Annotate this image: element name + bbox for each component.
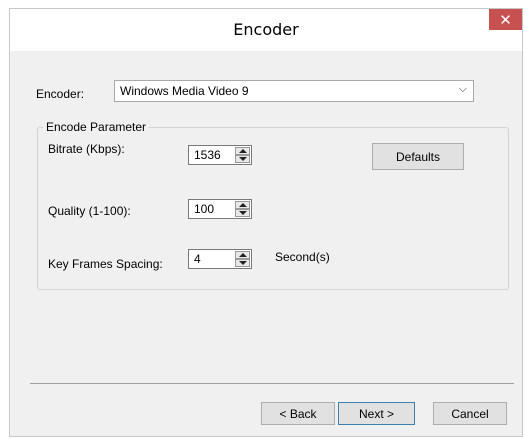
bitrate-stepper[interactable]: 1536 [188,145,252,165]
bitrate-label: Bitrate (Kbps): [48,142,125,156]
next-button[interactable]: Next > [338,402,415,425]
quality-stepper[interactable]: 100 [188,199,252,219]
keyframes-value: 4 [194,252,201,266]
encoder-select[interactable]: Windows Media Video 9 ⌵ [114,80,474,102]
quality-value: 100 [194,202,215,216]
keyframes-decrement-icon[interactable] [235,259,250,267]
cancel-button[interactable]: Cancel [433,402,507,425]
defaults-button[interactable]: Defaults [372,143,464,170]
keyframes-label: Key Frames Spacing: [48,257,163,271]
window-title: Encoder [233,20,299,39]
keyframes-unit-label: Second(s) [275,250,330,264]
quality-label: Quality (1-100): [48,204,131,218]
bitrate-value: 1536 [194,148,221,162]
keyframes-increment-icon[interactable] [235,251,250,259]
bitrate-increment-icon[interactable] [235,147,250,155]
bitrate-decrement-icon[interactable] [235,155,250,163]
encoder-selected-value: Windows Media Video 9 [120,84,249,98]
quality-increment-icon[interactable] [235,201,250,209]
title-bar: Encoder ✕ [10,9,522,51]
encoder-label: Encoder: [36,87,85,101]
back-button[interactable]: < Back [261,402,335,425]
quality-decrement-icon[interactable] [235,209,250,217]
chevron-down-icon: ⌵ [458,83,467,95]
keyframes-stepper[interactable]: 4 [188,249,252,269]
group-title: Encode Parameter [43,120,150,134]
close-icon[interactable]: ✕ [489,9,522,30]
footer-divider [30,383,514,384]
